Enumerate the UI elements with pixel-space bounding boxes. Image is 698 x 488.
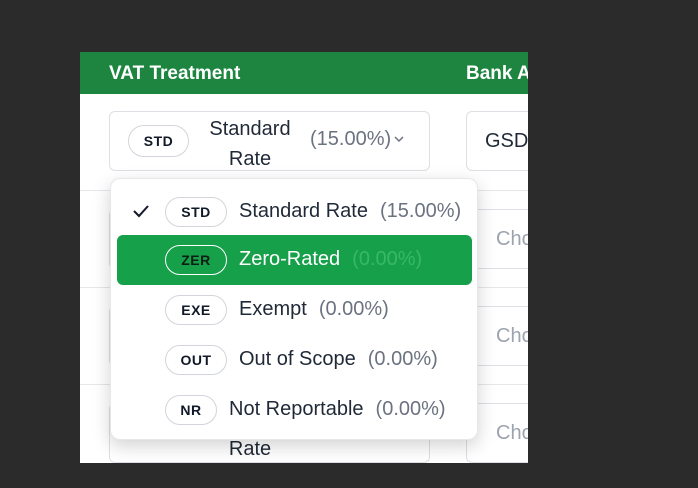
vat-option-std[interactable]: STD Standard Rate (15.00%) [117, 187, 472, 237]
vat-option-nr[interactable]: NR Not Reportable (0.00%) [117, 385, 472, 435]
vat-option-name: Zero-Rated [239, 248, 341, 270]
vat-treatment-name: Standard Rate [209, 118, 291, 170]
column-header-vat-treatment: VAT Treatment [109, 62, 241, 84]
vat-code-badge: EXE [165, 295, 227, 325]
vat-option-label: Not Reportable (0.00%) [229, 398, 446, 421]
vat-code-badge: OUT [165, 345, 227, 375]
vat-option-name: Standard Rate [239, 200, 368, 222]
vat-code-badge: ZER [165, 245, 227, 275]
vat-code-badge: NR [165, 395, 217, 425]
vat-option-label: Zero-Rated (0.00%) [239, 248, 422, 271]
vat-treatment-select[interactable]: STD Standard Rate (15.00%) [109, 111, 430, 171]
vat-option-name: Not Reportable [229, 398, 364, 420]
vat-code-badge: STD [165, 197, 227, 227]
vat-option-label: Out of Scope (0.00%) [239, 348, 438, 371]
vat-option-name: Out of Scope [239, 348, 356, 370]
bank-account-placeholder: Cho [496, 422, 528, 444]
bank-account-select[interactable]: GSD [466, 111, 528, 171]
column-header-bank-account: Bank A [466, 62, 528, 84]
vat-option-label: Exempt (0.00%) [239, 298, 389, 321]
vat-treatment-dropdown: STD Standard Rate (15.00%) ZER Zero-Rated… [110, 178, 478, 440]
vat-option-rate: (0.00%) [367, 348, 438, 370]
vat-option-name: Exempt [239, 298, 307, 320]
bank-account-placeholder: Cho [496, 325, 528, 347]
vat-rate-label: (15.00%) [310, 128, 392, 150]
table-header: VAT Treatment Bank A [80, 52, 528, 94]
vat-option-exe[interactable]: EXE Exempt (0.00%) [117, 285, 472, 335]
vat-option-out[interactable]: OUT Out of Scope (0.00%) [117, 335, 472, 385]
bank-account-value: GSD [485, 130, 528, 152]
bank-account-placeholder: Cho [496, 228, 528, 250]
vat-option-rate: (0.00%) [352, 248, 423, 270]
vat-code-badge: STD [128, 125, 189, 157]
vat-option-rate: (15.00%) [379, 200, 462, 222]
check-icon [133, 205, 149, 218]
vat-option-rate: (0.00%) [318, 298, 389, 320]
vat-option-zer[interactable]: ZER Zero-Rated (0.00%) [117, 235, 472, 285]
chevron-down-icon [394, 136, 404, 143]
vat-option-rate: (0.00%) [375, 398, 446, 420]
vat-option-label: Standard Rate (15.00%) [239, 200, 461, 223]
